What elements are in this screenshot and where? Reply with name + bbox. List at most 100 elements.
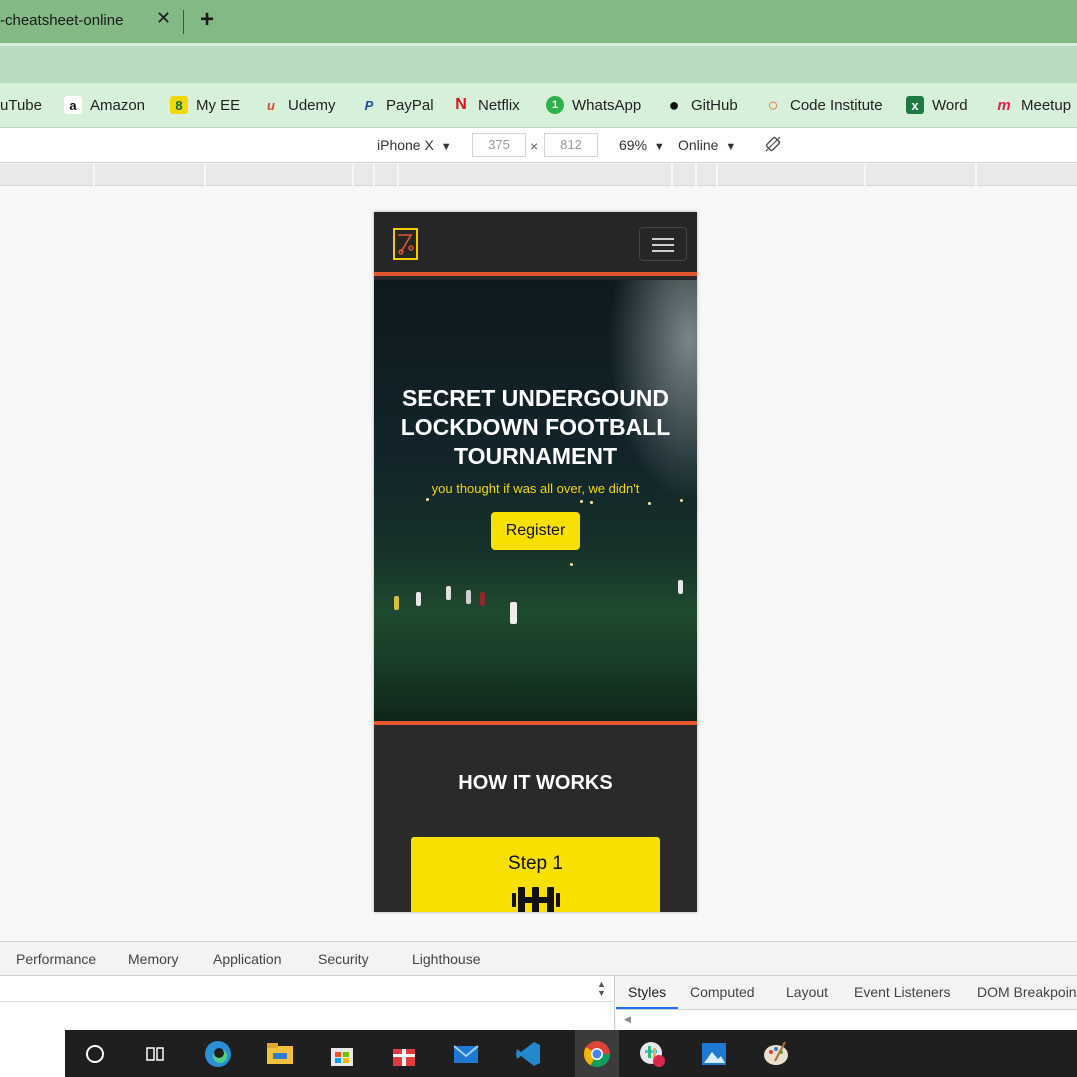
paypal-icon: P — [364, 97, 374, 113]
hamburger-line — [652, 244, 674, 246]
bookmark-label: Udemy — [288, 96, 336, 114]
tab-event-listeners[interactable]: Event Listeners — [854, 984, 951, 1000]
bookmark-youtube[interactable]: uTube — [0, 95, 42, 115]
section-title: HOW IT WORKS — [458, 772, 613, 794]
tab-title[interactable]: -cheatsheet-online — [0, 12, 123, 29]
site-logo[interactable] — [393, 228, 418, 260]
chrome-icon[interactable] — [575, 1030, 619, 1077]
scroll-arrows-icon[interactable]: ▲ ▼ — [597, 980, 606, 998]
player-figure — [416, 592, 421, 606]
bookmark-label: My EE — [196, 96, 241, 114]
bookmark-label: Code Institute — [790, 96, 883, 114]
scroll-left-icon[interactable]: ◀ — [624, 1014, 631, 1025]
code-institute-icon: ○ — [767, 94, 779, 115]
bookmark-word[interactable]: x Word — [906, 95, 968, 115]
paint-icon[interactable] — [761, 1039, 791, 1069]
stadium-light — [648, 502, 651, 505]
store-icon[interactable] — [327, 1039, 357, 1069]
stadium-light — [580, 500, 583, 503]
netflix-icon: N — [455, 96, 467, 113]
bookmarks-bar: uTube a Amazon 8 My EE u Udemy P PayPal … — [0, 83, 1077, 128]
file-explorer-icon[interactable] — [265, 1039, 295, 1069]
device-select[interactable]: iPhone X ▼ — [377, 137, 452, 153]
bookmark-udemy[interactable]: u Udemy — [262, 95, 336, 115]
bookmark-label: WhatsApp — [572, 96, 642, 114]
whatsapp-icon: 1 — [546, 96, 564, 114]
ruler-tick — [373, 164, 375, 186]
tab-security[interactable]: Security — [318, 951, 369, 967]
new-tab-icon[interactable]: + — [200, 6, 214, 34]
bookmark-netflix[interactable]: N Netflix — [452, 95, 520, 115]
tab-application[interactable]: Application — [213, 951, 282, 967]
zoom-value: 69% — [619, 137, 648, 153]
tab-styles[interactable]: Styles — [628, 984, 666, 1000]
browser-tab-strip: -cheatsheet-online ✕ + — [0, 0, 1077, 43]
times-icon: × — [530, 138, 539, 154]
media-query-bar[interactable] — [0, 164, 1077, 186]
ruler-tick — [204, 164, 206, 186]
how-it-works-section: HOW IT WORKS Step 1 — [374, 729, 697, 912]
tab-computed[interactable]: Computed — [690, 984, 755, 1000]
ruler-tick — [864, 164, 866, 186]
tab-divider — [183, 10, 184, 34]
ruler-tick — [93, 164, 95, 186]
bookmark-github[interactable]: ● GitHub — [665, 95, 738, 115]
excel-icon: x — [906, 96, 924, 114]
chevron-down-icon: ▼ — [725, 141, 737, 153]
player-figure — [394, 596, 399, 610]
udemy-icon: u — [267, 97, 275, 113]
device-name: iPhone X — [377, 137, 434, 153]
player-figure — [466, 590, 471, 604]
tab-performance[interactable]: Performance — [16, 951, 96, 967]
bookmark-paypal[interactable]: P PayPal — [360, 95, 434, 115]
stadium-light — [590, 501, 593, 504]
devtools-tab-bar: Performance Memory Application Security … — [0, 941, 1077, 976]
cortana-icon[interactable] — [80, 1039, 110, 1069]
tab-dom-breakpoints[interactable]: DOM Breakpoin — [977, 984, 1077, 1000]
bookmark-my-ee[interactable]: 8 My EE — [170, 95, 240, 115]
chevron-down-icon: ▼ — [440, 141, 452, 153]
ruler-tick — [671, 164, 673, 186]
close-tab-icon[interactable]: ✕ — [156, 8, 171, 29]
bookmark-whatsapp[interactable]: 1 WhatsApp — [546, 95, 641, 115]
ee-icon: 8 — [170, 96, 188, 114]
bookmark-amazon[interactable]: a Amazon — [64, 95, 145, 115]
mail-icon[interactable] — [451, 1039, 481, 1069]
bookmark-label: uTube — [0, 96, 42, 114]
player-figure — [510, 602, 517, 624]
styles-pane-body: ◀ — [616, 1010, 1077, 1030]
console-input-row[interactable] — [0, 976, 615, 1002]
dumbbell-icon — [512, 887, 560, 912]
register-button[interactable]: Register — [491, 512, 580, 550]
bookmark-label: Netflix — [478, 96, 520, 114]
rotate-icon[interactable] — [764, 135, 782, 156]
hamburger-line — [652, 250, 674, 252]
devtools-console-pane[interactable]: ▲ ▼ — [0, 976, 615, 1030]
tab-layout[interactable]: Layout — [786, 984, 828, 1000]
bookmark-code-institute[interactable]: ○ Code Institute — [764, 95, 883, 115]
os-taskbar — [0, 1030, 1077, 1077]
zoom-select[interactable]: 69% ▼ — [619, 137, 665, 153]
ruler-tick — [695, 164, 697, 186]
tab-lighthouse[interactable]: Lighthouse — [412, 951, 481, 967]
task-view-icon[interactable] — [140, 1039, 170, 1069]
bookmark-meetup[interactable]: m Meetup — [995, 95, 1071, 115]
gift-icon[interactable] — [389, 1039, 419, 1069]
slack-icon[interactable] — [637, 1039, 667, 1069]
photos-icon[interactable] — [699, 1039, 729, 1069]
tab-memory[interactable]: Memory — [128, 951, 179, 967]
edge-icon[interactable] — [203, 1039, 233, 1069]
viewport-height-input[interactable]: 812 — [544, 133, 598, 157]
address-bar[interactable] — [0, 43, 1077, 83]
viewport-width-input[interactable]: 375 — [472, 133, 526, 157]
hamburger-line — [652, 238, 674, 240]
step-title: Step 1 — [508, 853, 563, 874]
network-throttle-select[interactable]: Online ▼ — [678, 137, 736, 153]
step-card: Step 1 — [411, 837, 660, 912]
device-toolbar: iPhone X ▼ 375 × 812 69% ▼ Online ▼ — [0, 128, 1077, 163]
player-figure — [446, 586, 451, 600]
hero-title: SECRET UNDERGOUND LOCKDOWN FOOTBALL TOUR… — [400, 385, 671, 469]
vscode-icon[interactable] — [513, 1039, 543, 1069]
player-figure — [480, 592, 485, 606]
menu-toggle-button[interactable] — [639, 227, 687, 261]
